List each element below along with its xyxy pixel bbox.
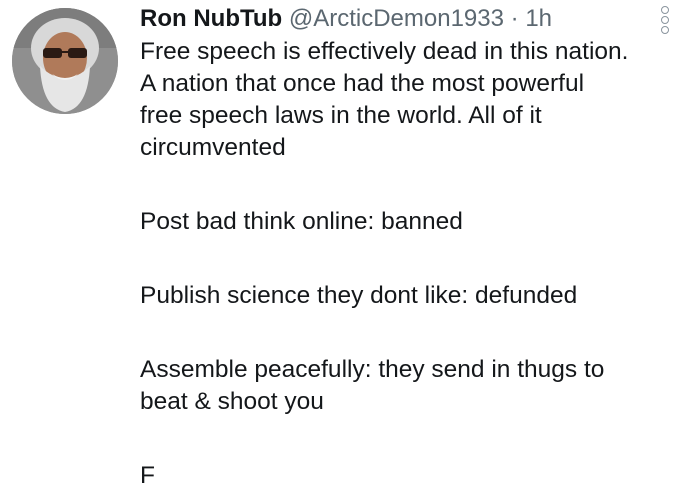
separator-dot: · (510, 5, 519, 32)
tweet-header: Ron NubTub @ArcticDemon1933 · 1h (140, 2, 672, 36)
paragraph-final: F (140, 460, 672, 492)
text-line: Assemble peacefully: they send in thugs … (140, 356, 605, 383)
text-line: Post bad think online: banned (140, 208, 463, 235)
avatar-image (12, 8, 118, 114)
author-name[interactable]: Ron NubTub (140, 5, 282, 32)
text-line: A nation that once had the most powerful (140, 70, 585, 97)
text-line: circumvented (140, 134, 286, 161)
author-handle[interactable]: @ArcticDemon1933 (289, 5, 504, 32)
tweet: Ron NubTub @ArcticDemon1933 · 1h Free sp… (0, 0, 682, 502)
paragraph-intro: Free speech is effectively dead in this … (140, 36, 672, 164)
avatar[interactable] (12, 8, 118, 114)
text-line: free speech laws in the world. All of it (140, 102, 542, 129)
paragraph-assemble: Assemble peacefully: they send in thugs … (140, 354, 672, 418)
tweet-text: Free speech is effectively dead in this … (140, 36, 672, 492)
text-line: F (140, 462, 155, 489)
paragraph-science: Publish science they dont like: defunded (140, 280, 672, 312)
vertical-ellipsis-icon[interactable] (658, 6, 672, 36)
text-line: beat & shoot you (140, 388, 324, 415)
text-line: Free speech is effectively dead in this … (140, 38, 629, 65)
paragraph-online: Post bad think online: banned (140, 206, 672, 238)
text-line: Publish science they dont like: defunded (140, 282, 578, 309)
tweet-content: Ron NubTub @ArcticDemon1933 · 1h Free sp… (140, 2, 672, 492)
timestamp[interactable]: 1h (525, 5, 552, 32)
